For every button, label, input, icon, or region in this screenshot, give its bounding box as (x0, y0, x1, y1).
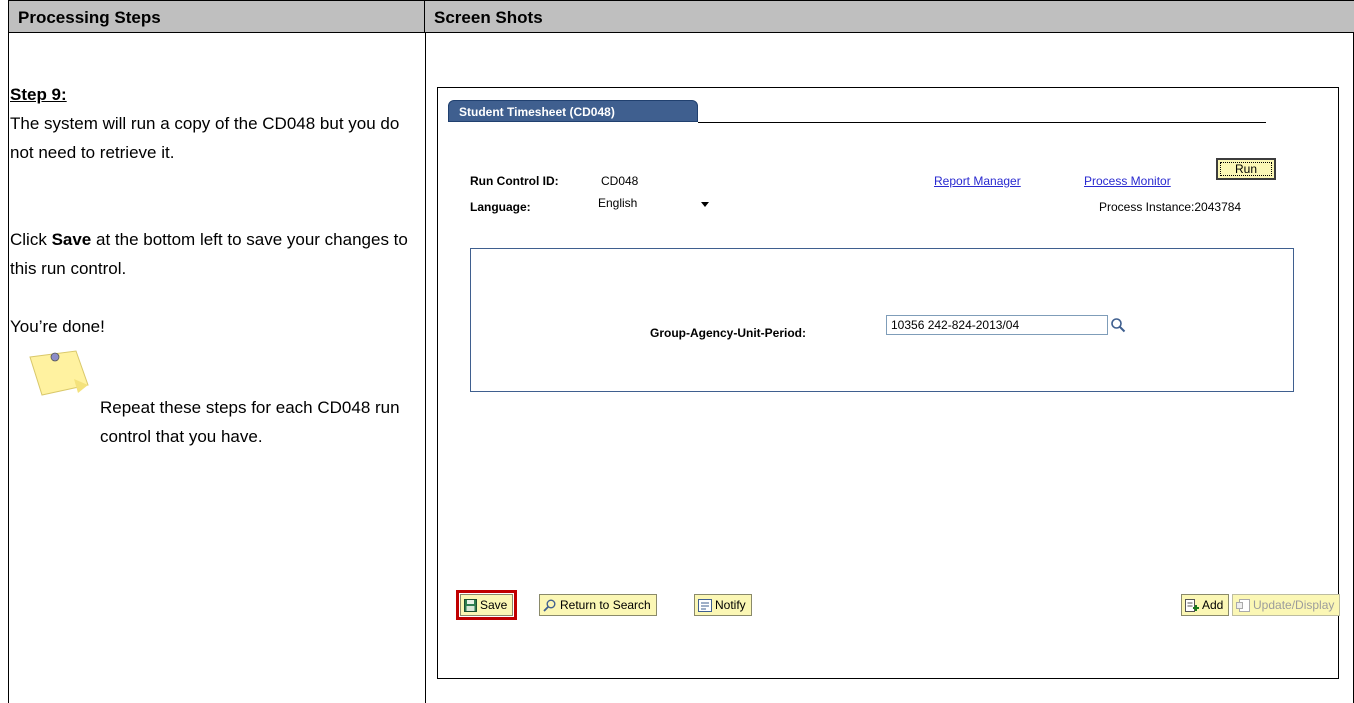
process-instance: Process Instance:2043784 (1099, 200, 1242, 214)
notify-button[interactable]: Notify (694, 594, 752, 616)
save-instruction: Click Save at the bottom left to save yo… (10, 230, 408, 278)
run-control-value: CD048 (601, 174, 639, 188)
add-button[interactable]: Add (1181, 594, 1230, 616)
gaup-input[interactable]: 10356 242-824-2013/04 (886, 315, 1108, 335)
add-icon (1185, 599, 1199, 613)
gaup-label: Group-Agency-Unit-Period: (650, 326, 806, 340)
tab-underline (698, 122, 1266, 123)
return-to-search-button[interactable]: Return to Search (539, 594, 657, 616)
peoplesoft-screenshot: Student Timesheet (CD048) Run Control ID… (437, 87, 1341, 679)
done-text: You’re done! (10, 317, 105, 336)
steps-text: Step 9: The system will run a copy of th… (10, 80, 410, 451)
screen-shots-header: Screen Shots (425, 0, 1354, 33)
parameter-group-box (470, 248, 1294, 392)
report-manager-link[interactable]: Report Manager (934, 174, 1021, 188)
language-label: Language: (470, 200, 531, 214)
processing-steps-header: Processing Steps (9, 0, 425, 33)
lookup-icon[interactable] (1110, 317, 1126, 333)
save-icon (464, 599, 477, 613)
column-divider (425, 33, 426, 703)
run-button[interactable]: Run (1216, 158, 1276, 180)
sticky-note-icon (29, 350, 89, 396)
notify-icon (698, 599, 712, 613)
update-display-icon (1236, 599, 1250, 613)
step-description: The system will run a copy of the CD048 … (10, 114, 400, 162)
update-display-button[interactable]: Update/Display (1232, 594, 1341, 616)
note: Repeat these steps for each CD048 run co… (10, 350, 410, 451)
save-button[interactable]: Save (455, 590, 518, 620)
search-icon (543, 599, 556, 612)
language-select[interactable]: English (595, 195, 715, 214)
run-control-label: Run Control ID: (470, 174, 559, 188)
step-title: Step 9: (10, 85, 67, 104)
tab-student-timesheet[interactable]: Student Timesheet (CD048) (448, 100, 698, 122)
chevron-down-icon (701, 202, 709, 207)
process-monitor-link[interactable]: Process Monitor (1084, 174, 1171, 188)
